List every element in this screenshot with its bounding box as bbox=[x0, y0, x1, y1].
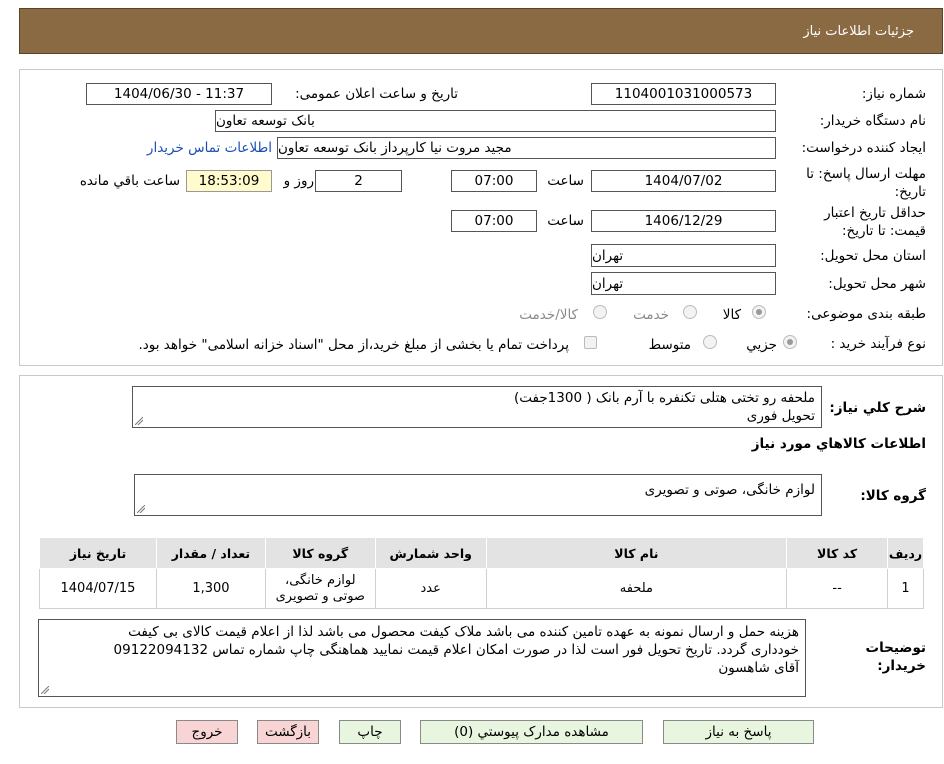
goods-table: ردیف کد کالا نام کالا واحد شمارش گروه کا… bbox=[39, 537, 924, 609]
cell-code: -- bbox=[786, 568, 889, 609]
treasury-payment-note: پرداخت تمام یا بخشی از مبلغ خرید،از محل … bbox=[138, 337, 569, 353]
back-button[interactable]: بازگشت bbox=[257, 720, 319, 744]
category-label: طبقه بندی موضوعی: bbox=[806, 306, 926, 322]
cell-group-line2: صوتی و تصویری bbox=[275, 588, 365, 604]
need-number-field[interactable]: 1104001031000573 bbox=[591, 83, 776, 105]
buyer-notes-label-2: خریدار: bbox=[877, 658, 926, 674]
cell-row: 1 bbox=[887, 568, 924, 609]
category-radio-goods[interactable] bbox=[752, 305, 766, 319]
process-radio-minor[interactable] bbox=[783, 335, 797, 349]
buyer-notes-line3: آقای شاهسون bbox=[718, 660, 799, 676]
buyer-notes-line1: هزینه حمل و ارسال نمونه به عهده تامین کن… bbox=[128, 624, 799, 640]
general-description-field[interactable]: ملحفه رو تختی هتلی تکنفره با آرم بانک ( … bbox=[132, 386, 822, 428]
exit-button[interactable]: خروج bbox=[176, 720, 238, 744]
cell-date: 1404/07/15 bbox=[39, 568, 157, 609]
cell-unit: عدد bbox=[374, 568, 487, 609]
buyer-notes-label: توضیحات bbox=[865, 640, 926, 656]
general-description-label: شرح کلي نیاز: bbox=[829, 400, 926, 416]
reply-deadline-label-2: تاریخ: bbox=[894, 184, 926, 200]
process-option-medium: متوسط bbox=[648, 337, 691, 353]
view-attachments-button[interactable]: مشاهده مدارک پیوستي (0) bbox=[420, 720, 643, 744]
process-radio-medium[interactable] bbox=[703, 335, 717, 349]
announce-datetime-field[interactable]: 1404/06/30 - 11:37 bbox=[86, 83, 272, 105]
col-qty-header: تعداد / مقدار bbox=[155, 537, 266, 569]
col-unit-header: واحد شمارش bbox=[374, 537, 487, 569]
requester-label: ایجاد کننده درخواست: bbox=[801, 140, 926, 156]
need-number-label: شماره نیاز: bbox=[861, 86, 926, 102]
category-option-goods: کالا bbox=[722, 307, 741, 323]
buyer-contact-link[interactable]: اطلاعات تماس خریدار bbox=[147, 140, 272, 156]
goods-group-label: گروه کالا: bbox=[860, 488, 926, 504]
city-field[interactable]: تهران bbox=[591, 272, 776, 295]
col-row-header: ردیف bbox=[887, 537, 924, 569]
resize-grip-icon[interactable] bbox=[135, 417, 143, 425]
remaining-time-label: ساعت باقي مانده bbox=[79, 173, 180, 189]
page-title: جزئیات اطلاعات نیاز bbox=[803, 24, 914, 39]
treasury-payment-checkbox[interactable] bbox=[584, 336, 597, 349]
days-remaining-field[interactable]: 2 bbox=[315, 170, 402, 192]
days-label: روز و bbox=[283, 173, 314, 189]
page-header: جزئیات اطلاعات نیاز bbox=[19, 8, 943, 54]
resize-grip-icon[interactable] bbox=[137, 505, 145, 513]
validity-time-label: ساعت bbox=[547, 213, 584, 229]
process-option-minor: جزیي bbox=[746, 337, 777, 353]
validity-time-field[interactable]: 07:00 bbox=[451, 210, 537, 232]
category-option-goods-service: کالا/خدمت bbox=[519, 307, 578, 323]
table-row[interactable]: 1 -- ملحفه عدد لوازم خانگی، صوتی و تصویر… bbox=[39, 568, 924, 609]
announce-datetime-label: تاریخ و ساعت اعلان عمومی: bbox=[295, 86, 458, 102]
print-button[interactable]: چاپ bbox=[339, 720, 401, 744]
price-validity-label: حداقل تاریخ اعتبار bbox=[824, 205, 926, 221]
reply-deadline-label: مهلت ارسال پاسخ: تا bbox=[806, 166, 926, 182]
col-name-header: نام کالا bbox=[485, 537, 788, 569]
col-group-header: گروه کالا bbox=[264, 537, 376, 569]
general-description-line2: تحویل فوری bbox=[746, 408, 815, 424]
reply-time-label: ساعت bbox=[547, 173, 584, 189]
validity-date-field[interactable]: 1406/12/29 bbox=[591, 210, 776, 232]
reply-date-field[interactable]: 1404/07/02 bbox=[591, 170, 776, 192]
goods-info-title: اطلاعات کالاهاي مورد نیاز bbox=[751, 436, 926, 452]
province-label: استان محل تحویل: bbox=[820, 248, 926, 264]
category-radio-service[interactable] bbox=[683, 305, 697, 319]
buyer-org-field[interactable]: بانک توسعه تعاون bbox=[215, 110, 776, 132]
requester-field[interactable]: مجید مروت نیا کارپرداز بانک توسعه تعاون bbox=[277, 137, 776, 159]
col-date-header: تاریخ نیاز bbox=[39, 537, 157, 569]
city-label: شهر محل تحویل: bbox=[828, 276, 926, 292]
cell-name: ملحفه bbox=[485, 568, 788, 609]
process-type-label: نوع فرآیند خرید : bbox=[830, 336, 926, 352]
reply-to-need-button[interactable]: پاسخ به نیاز bbox=[663, 720, 814, 744]
col-code-header: کد کالا bbox=[786, 537, 889, 569]
cell-group: لوازم خانگی، صوتی و تصویری bbox=[264, 568, 376, 609]
category-option-service: خدمت bbox=[633, 307, 669, 323]
goods-group-field[interactable]: لوازم خانگی، صوتی و تصویری bbox=[134, 474, 822, 516]
category-radio-goods-service[interactable] bbox=[593, 305, 607, 319]
province-field[interactable]: تهران bbox=[591, 244, 776, 267]
buyer-notes-field[interactable]: هزینه حمل و ارسال نمونه به عهده تامین کن… bbox=[38, 619, 806, 697]
price-validity-label-2: قیمت: تا تاریخ: bbox=[842, 223, 926, 239]
table-header-row: ردیف کد کالا نام کالا واحد شمارش گروه کا… bbox=[39, 537, 924, 569]
general-description-line1: ملحفه رو تختی هتلی تکنفره با آرم بانک ( … bbox=[513, 390, 815, 406]
cell-group-line1: لوازم خانگی، bbox=[285, 572, 356, 588]
buyer-notes-line2: خودداری گردد. تاریخ تحویل فور است لذا در… bbox=[113, 642, 799, 658]
buyer-org-label: نام دستگاه خریدار: bbox=[819, 113, 926, 129]
resize-grip-icon[interactable] bbox=[41, 686, 49, 694]
remaining-time-field: 18:53:09 bbox=[186, 170, 272, 192]
cell-qty: 1,300 bbox=[155, 568, 266, 609]
goods-group-value: لوازم خانگی، صوتی و تصویری bbox=[644, 482, 815, 498]
reply-time-field[interactable]: 07:00 bbox=[451, 170, 537, 192]
